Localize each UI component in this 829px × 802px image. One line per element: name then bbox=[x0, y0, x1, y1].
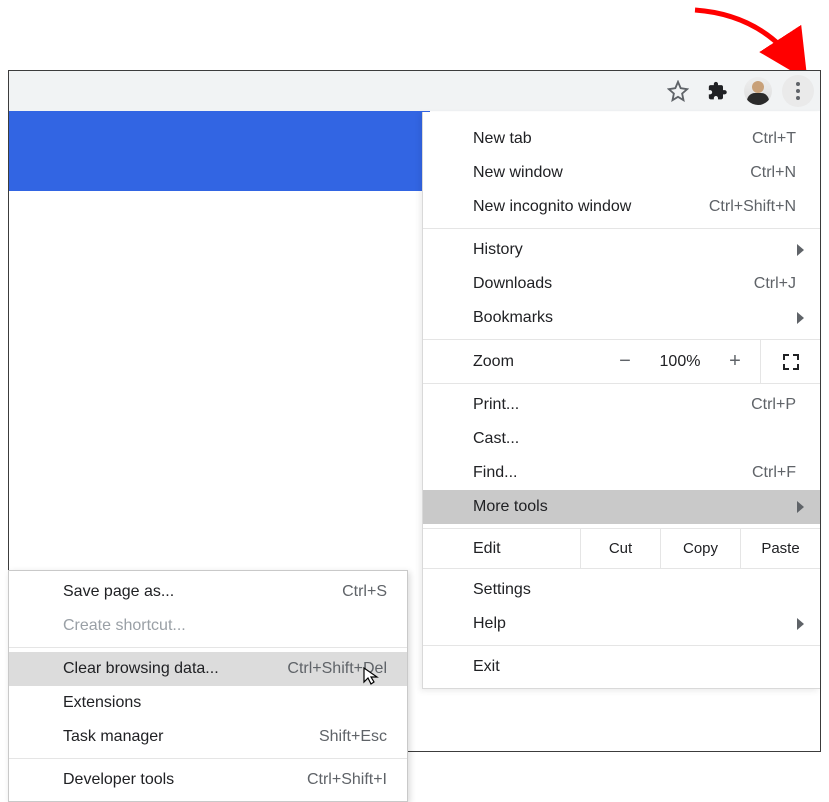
menu-shortcut: Ctrl+J bbox=[754, 275, 796, 293]
menu-label: Cast... bbox=[473, 430, 796, 448]
menu-cast[interactable]: Cast... bbox=[423, 422, 820, 456]
menu-help[interactable]: Help bbox=[423, 607, 820, 641]
menu-shortcut: Ctrl+N bbox=[750, 164, 796, 182]
menu-label: New incognito window bbox=[473, 198, 709, 216]
edit-label: Edit bbox=[473, 540, 580, 558]
chevron-right-icon bbox=[797, 501, 804, 513]
edit-copy-button[interactable]: Copy bbox=[660, 529, 740, 568]
menu-print[interactable]: Print... Ctrl+P bbox=[423, 388, 820, 422]
menu-label: Print... bbox=[473, 396, 751, 414]
zoom-out-button[interactable]: − bbox=[600, 350, 650, 373]
submenu-separator bbox=[9, 758, 407, 759]
submenu-label: Extensions bbox=[63, 694, 387, 712]
submenu-task-manager[interactable]: Task manager Shift+Esc bbox=[9, 720, 407, 754]
menu-zoom-row: Zoom − 100% + bbox=[423, 339, 820, 383]
menu-shortcut: Ctrl+Shift+N bbox=[709, 198, 796, 216]
submenu-label: Task manager bbox=[63, 728, 319, 746]
menu-bookmarks[interactable]: Bookmarks bbox=[423, 301, 820, 335]
menu-shortcut: Ctrl+T bbox=[752, 130, 796, 148]
submenu-shortcut: Ctrl+Shift+Del bbox=[287, 660, 387, 678]
menu-label: New window bbox=[473, 164, 750, 182]
submenu-label: Save page as... bbox=[63, 583, 342, 601]
menu-label: Bookmarks bbox=[473, 309, 796, 327]
chrome-toolbar bbox=[9, 71, 820, 111]
submenu-shortcut: Ctrl+S bbox=[342, 583, 387, 601]
submenu-developer-tools[interactable]: Developer tools Ctrl+Shift+I bbox=[9, 763, 407, 797]
menu-find[interactable]: Find... Ctrl+F bbox=[423, 456, 820, 490]
extensions-icon[interactable] bbox=[702, 75, 734, 107]
menu-label: New tab bbox=[473, 130, 752, 148]
submenu-label: Create shortcut... bbox=[63, 617, 387, 635]
submenu-create-shortcut: Create shortcut... bbox=[9, 609, 407, 643]
submenu-extensions[interactable]: Extensions bbox=[9, 686, 407, 720]
chrome-menu-button[interactable] bbox=[782, 75, 814, 107]
submenu-shortcut: Shift+Esc bbox=[319, 728, 387, 746]
menu-label: Settings bbox=[473, 581, 796, 599]
more-tools-submenu: Save page as... Ctrl+S Create shortcut..… bbox=[8, 570, 408, 802]
menu-label: Find... bbox=[473, 464, 752, 482]
bookmark-star-icon[interactable] bbox=[662, 75, 694, 107]
menu-history[interactable]: History bbox=[423, 233, 820, 267]
chevron-right-icon bbox=[797, 618, 804, 630]
menu-new-incognito[interactable]: New incognito window Ctrl+Shift+N bbox=[423, 190, 820, 224]
fullscreen-icon bbox=[783, 354, 799, 370]
submenu-label: Clear browsing data... bbox=[63, 660, 287, 678]
menu-shortcut: Ctrl+F bbox=[752, 464, 796, 482]
zoom-label: Zoom bbox=[473, 353, 600, 371]
zoom-in-button[interactable]: + bbox=[710, 350, 760, 373]
menu-label: Downloads bbox=[473, 275, 754, 293]
menu-more-tools[interactable]: More tools bbox=[423, 490, 820, 524]
submenu-label: Developer tools bbox=[63, 771, 307, 789]
page-content-blue bbox=[9, 111, 430, 191]
menu-downloads[interactable]: Downloads Ctrl+J bbox=[423, 267, 820, 301]
zoom-value: 100% bbox=[650, 353, 710, 371]
submenu-shortcut: Ctrl+Shift+I bbox=[307, 771, 387, 789]
menu-label: More tools bbox=[473, 498, 796, 516]
chrome-main-menu: New tab Ctrl+T New window Ctrl+N New inc… bbox=[422, 112, 820, 689]
chevron-right-icon bbox=[797, 244, 804, 256]
edit-paste-button[interactable]: Paste bbox=[740, 529, 820, 568]
menu-new-tab[interactable]: New tab Ctrl+T bbox=[423, 122, 820, 156]
chevron-right-icon bbox=[797, 312, 804, 324]
fullscreen-button[interactable] bbox=[760, 340, 820, 383]
menu-edit-row: Edit Cut Copy Paste bbox=[423, 528, 820, 568]
submenu-clear-browsing-data[interactable]: Clear browsing data... Ctrl+Shift+Del bbox=[9, 652, 407, 686]
edit-cut-button[interactable]: Cut bbox=[580, 529, 660, 568]
submenu-save-page[interactable]: Save page as... Ctrl+S bbox=[9, 575, 407, 609]
menu-label: History bbox=[473, 241, 796, 259]
submenu-separator bbox=[9, 647, 407, 648]
menu-shortcut: Ctrl+P bbox=[751, 396, 796, 414]
menu-settings[interactable]: Settings bbox=[423, 573, 820, 607]
profile-avatar[interactable] bbox=[742, 75, 774, 107]
menu-new-window[interactable]: New window Ctrl+N bbox=[423, 156, 820, 190]
menu-exit[interactable]: Exit bbox=[423, 650, 820, 684]
menu-label: Help bbox=[473, 615, 796, 633]
menu-label: Exit bbox=[473, 658, 796, 676]
